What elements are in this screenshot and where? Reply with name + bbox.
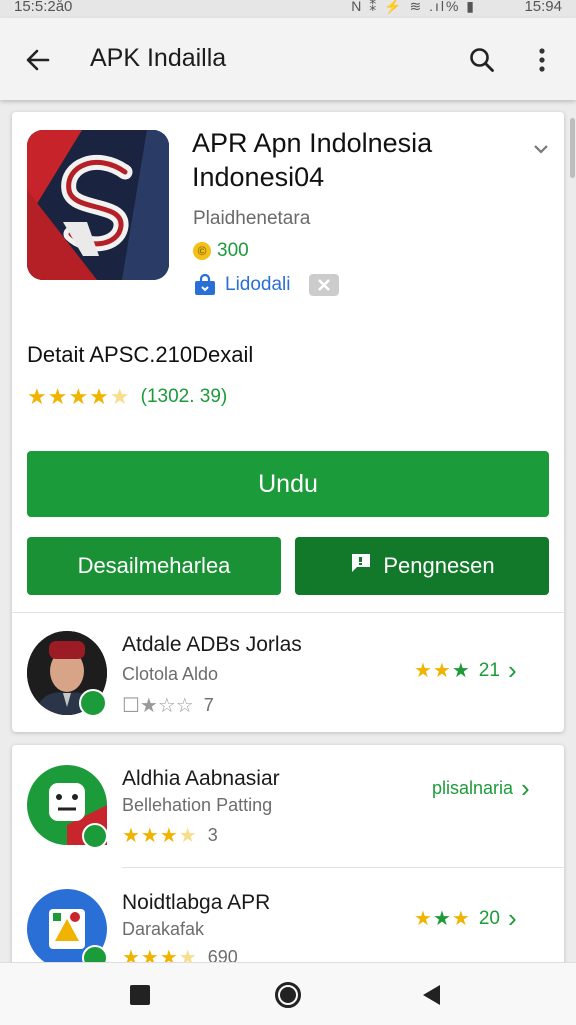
back-triangle-icon[interactable] [420, 983, 444, 1007]
list-item[interactable]: Atdale ADBs Jorlas Clotola Aldo ☐★☆☆ 7 ★… [12, 617, 564, 727]
list-item-stars: ☐★☆☆ [122, 695, 194, 717]
search-icon[interactable] [460, 38, 504, 82]
back-arrow-icon[interactable] [16, 38, 60, 82]
home-circle-icon[interactable] [274, 981, 302, 1009]
list-item-rating: ☐★☆☆ 7 [122, 693, 214, 718]
list-item-title: Atdale ADBs Jorlas [122, 633, 302, 656]
list-item[interactable]: Noidtlabga APR Darakafak ★★★★ 690 ★★★ 20… [12, 875, 564, 975]
page-title: APK Indailla [90, 44, 227, 72]
list-item-right: plisalnaria › [432, 773, 530, 804]
app-list-card: Aldhia Aabnasiar Bellehation Patting ★★★… [12, 745, 564, 975]
right-stars: ★★★ [414, 908, 471, 930]
status-icons: N ⁑ ⚡ ≋ .ıl% ▮ [351, 0, 476, 14]
app-bar: APK Indailla [0, 18, 576, 100]
rating-row: ★★★★★ (1302. 39) [27, 384, 227, 410]
price-value: 300 [217, 240, 249, 261]
shopping-bag-icon [193, 273, 217, 296]
scrollbar[interactable] [570, 118, 575, 178]
divider [12, 612, 564, 613]
system-nav-bar [0, 962, 576, 1025]
description-button[interactable]: Desailmeharlea [27, 537, 281, 595]
list-item-title: Aldhia Aabnasiar [122, 767, 280, 790]
right-value: plisalnaria [432, 778, 514, 798]
app-title: APR Apn Indolnesia Indonesi04 [192, 126, 432, 194]
price-row: © 300 [193, 240, 249, 262]
details-heading: Detait APSC.210Dexail [27, 342, 254, 367]
app-detail-card: APR Apn Indolnesia Indonesi04 Plaidhenet… [12, 112, 564, 732]
rating-count: (1302. 39) [140, 386, 228, 407]
list-item-meta: 3 [207, 825, 218, 845]
coin-icon: © [193, 242, 211, 260]
divider [122, 867, 564, 868]
app-title-line2: Indonesi04 [192, 162, 325, 192]
overflow-menu-icon[interactable] [520, 38, 564, 82]
right-value: 20 [478, 907, 500, 929]
app-title-line1: APR Apn Indolnesia [192, 128, 433, 158]
verified-badge-icon [79, 689, 107, 717]
list-item-stars: ★★★★ [122, 825, 198, 847]
list-item-subtitle: Darakafak [122, 919, 205, 939]
status-time-right: 15:94 [524, 0, 562, 15]
wrench-badge-icon [82, 823, 108, 849]
download-button[interactable]: Undu [27, 451, 549, 517]
list-item-subtitle: Clotola Aldo [122, 664, 219, 684]
collapse-chevron-icon[interactable] [530, 138, 552, 160]
install-tag-label: Lidodali [225, 274, 291, 295]
install-tag-row[interactable]: Lidodali [193, 273, 339, 296]
list-item-rating: ★★★★ 3 [122, 823, 218, 848]
app-logo [27, 130, 169, 280]
close-tag-icon[interactable] [308, 274, 339, 296]
status-time-left: 15:5:2å0 [14, 0, 73, 15]
list-item-title: Noidtlabga APR [122, 891, 271, 914]
rating-stars: ★★★★★ [27, 384, 131, 409]
right-value: 21 [478, 659, 500, 681]
chevron-right-icon: › [507, 655, 517, 685]
chat-icon [349, 551, 373, 581]
list-item[interactable]: Aldhia Aabnasiar Bellehation Patting ★★★… [12, 745, 564, 865]
list-item-subtitle: Bellehation Patting [122, 795, 273, 815]
developer-name[interactable]: Plaidhenetara [193, 208, 310, 230]
list-item-right: ★★★ 21 › [414, 655, 517, 686]
list-item-meta: 7 [203, 695, 214, 715]
review-button-label: Pengnesen [383, 553, 495, 578]
chevron-right-icon: › [507, 903, 517, 933]
review-button[interactable]: Pengnesen [295, 537, 549, 595]
status-bar: 15:5:2å0 N ⁑ ⚡ ≋ .ıl% ▮ 15:94 [0, 0, 576, 18]
recents-square-icon[interactable] [130, 985, 150, 1005]
list-item-right: ★★★ 20 › [414, 903, 517, 934]
right-stars: ★★★ [414, 660, 471, 682]
chevron-right-icon: › [521, 773, 530, 803]
